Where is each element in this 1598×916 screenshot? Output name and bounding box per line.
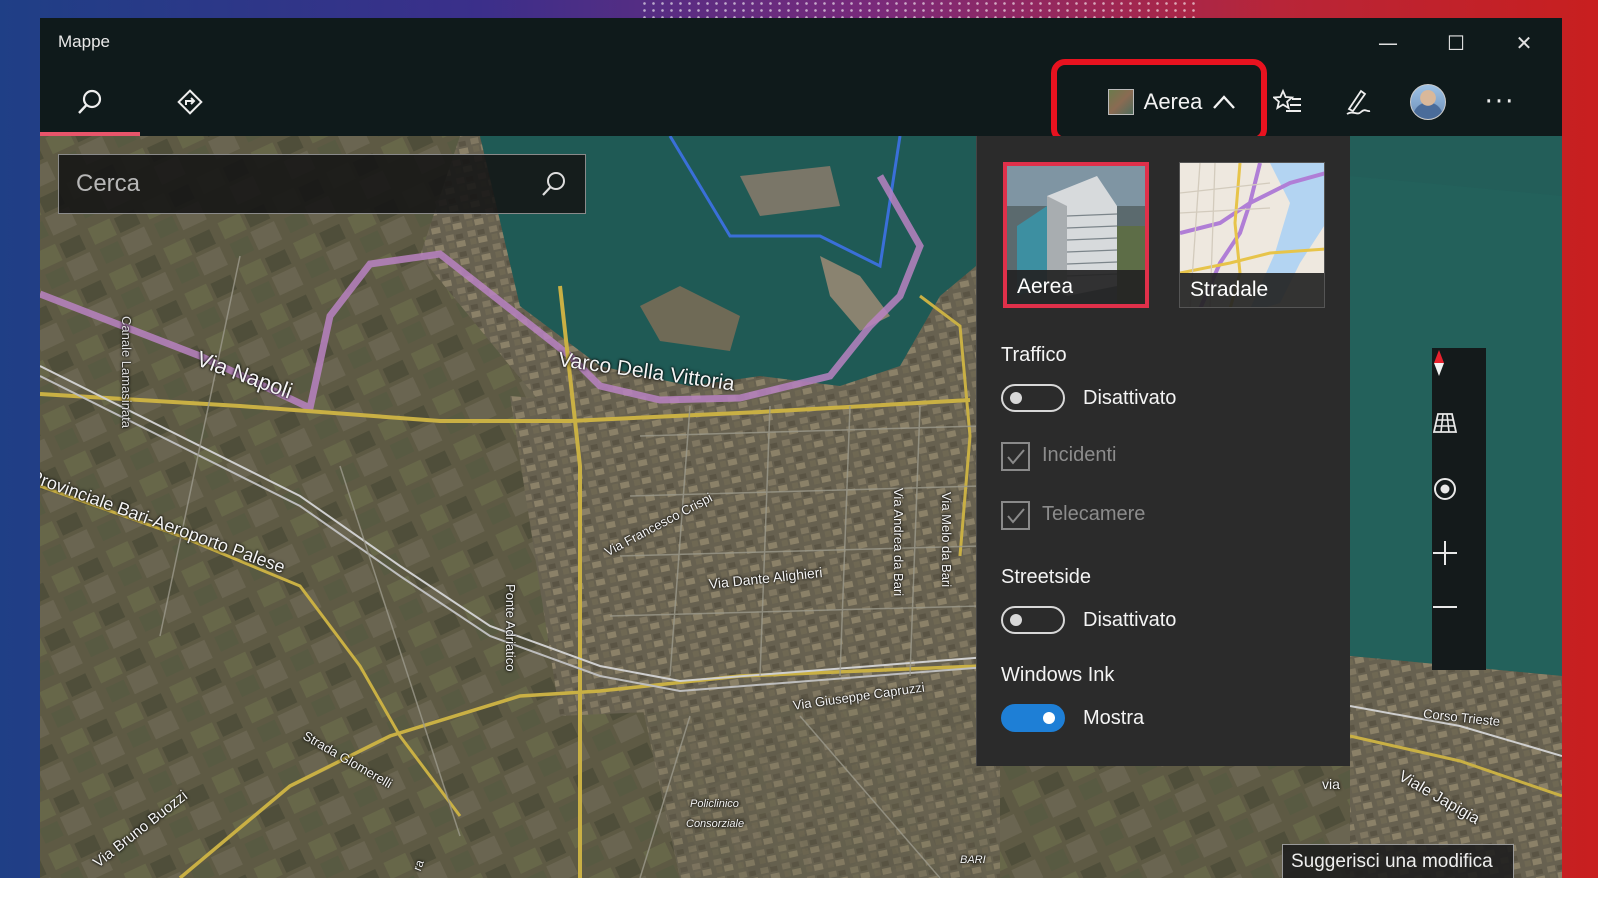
traffic-heading: Traffico — [1001, 344, 1067, 366]
toggle-knob — [1010, 614, 1022, 626]
search-icon — [78, 89, 102, 114]
account-button[interactable] — [1402, 68, 1454, 136]
label-consorziale: Consorziale — [686, 818, 745, 830]
app-title: Mappe — [58, 32, 110, 51]
cameras-checkbox[interactable] — [1001, 501, 1030, 530]
zoom-in-button[interactable] — [1432, 540, 1486, 604]
toggle-knob — [1010, 392, 1022, 404]
favorites-icon — [1273, 88, 1301, 112]
incidents-checkbox[interactable] — [1001, 442, 1030, 471]
favorites-button[interactable] — [1262, 68, 1314, 136]
toolbar: ··· — [40, 68, 1562, 136]
zoom-in-icon — [1433, 541, 1457, 565]
map-controls — [1432, 348, 1486, 670]
checkmark-icon — [1007, 508, 1025, 524]
search-box — [58, 154, 586, 214]
windows-ink-toggle-label: Mostra — [1083, 707, 1145, 729]
search-input[interactable] — [59, 155, 529, 213]
style-card-label: Stradale — [1180, 273, 1324, 307]
label-ponte-adriatico: Ponte Adriatico — [503, 584, 518, 672]
ink-icon — [1346, 89, 1371, 115]
close-button[interactable]: ✕ — [1504, 28, 1544, 58]
my-location-button[interactable] — [1432, 476, 1486, 540]
avatar — [1410, 84, 1446, 120]
tilt-button[interactable] — [1432, 412, 1486, 476]
windows-ink-heading: Windows Ink — [1001, 664, 1115, 686]
directions-icon — [177, 89, 203, 115]
style-card-road[interactable]: Stradale — [1179, 162, 1325, 308]
search-icon — [542, 172, 565, 196]
directions-tab[interactable] — [140, 68, 240, 136]
zoom-out-icon — [1433, 606, 1457, 608]
zoom-out-button[interactable] — [1432, 604, 1486, 668]
label-melo: Via Melo da Bari — [939, 492, 954, 588]
label-andrea: Via Andrea da Bari — [891, 488, 906, 597]
annotation-highlight-box — [1051, 59, 1267, 143]
more-options-button[interactable]: ··· — [1474, 68, 1526, 136]
map-style-panel: Aerea Stradale Traffico Disattivato Inci… — [976, 136, 1350, 766]
traffic-toggle[interactable] — [1001, 384, 1065, 412]
maps-window: Mappe — ☐ ✕ ··· Aerea Via Napoli Varco D… — [40, 18, 1562, 878]
search-tab[interactable] — [40, 68, 140, 136]
title-bar[interactable]: Mappe — ☐ ✕ — [40, 18, 1562, 68]
label-canale: Canale Lamasinata — [119, 316, 134, 429]
screen-bottom-margin — [0, 878, 1598, 916]
streetside-heading: Streetside — [1001, 566, 1092, 588]
tilt-icon — [1432, 413, 1458, 433]
checkmark-icon — [1007, 449, 1025, 465]
toggle-knob — [1043, 712, 1055, 724]
traffic-toggle-label: Disattivato — [1083, 387, 1177, 409]
suggest-edit-button[interactable]: Suggerisci una modifica — [1282, 844, 1514, 878]
incidents-label: Incidenti — [1042, 444, 1117, 466]
ink-toolbar-button[interactable] — [1332, 68, 1384, 136]
streetside-toggle[interactable] — [1001, 606, 1065, 634]
search-submit-button[interactable] — [539, 169, 571, 201]
minimize-button[interactable]: — — [1368, 28, 1408, 58]
label-policlinico: Policlinico — [690, 798, 739, 810]
label-via-partial: via — [1322, 776, 1340, 792]
location-icon — [1434, 478, 1456, 500]
maximize-button[interactable]: ☐ — [1436, 28, 1476, 58]
cameras-label: Telecamere — [1042, 503, 1146, 525]
compass-button[interactable] — [1432, 348, 1486, 412]
compass-icon — [1434, 350, 1444, 376]
streetside-toggle-label: Disattivato — [1083, 609, 1177, 631]
style-card-aerial[interactable]: Aerea — [1003, 162, 1149, 308]
label-bari: BARI — [960, 854, 986, 866]
style-card-label: Aerea — [1007, 270, 1145, 304]
windows-ink-toggle[interactable] — [1001, 704, 1065, 732]
